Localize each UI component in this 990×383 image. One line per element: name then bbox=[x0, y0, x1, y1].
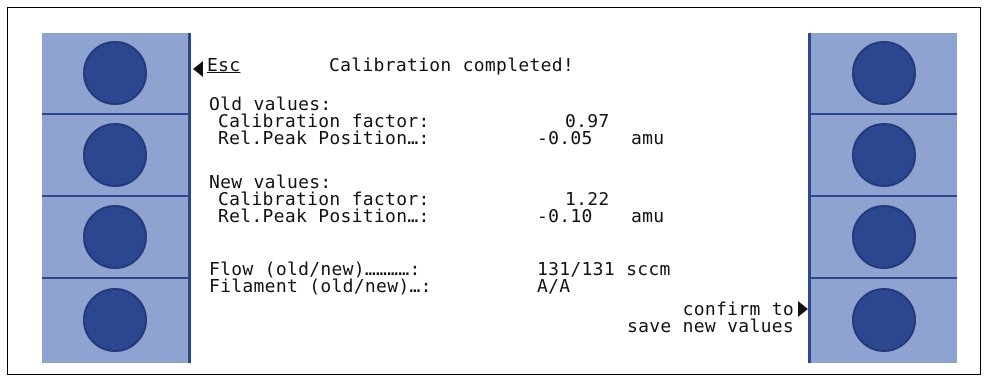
old-peak-position-label: Rel.Peak Position…: bbox=[218, 128, 430, 149]
left-softkey-panel bbox=[42, 33, 188, 363]
left-softkey-3[interactable] bbox=[42, 197, 188, 279]
softkey-knob bbox=[852, 205, 916, 269]
old-peak-position-value: -0.05 bbox=[537, 128, 593, 149]
confirm-label-line2[interactable]: save new values bbox=[627, 318, 794, 336]
softkey-knob bbox=[83, 205, 147, 269]
left-softkey-4[interactable] bbox=[42, 279, 188, 361]
right-arrow-icon bbox=[798, 301, 808, 317]
left-arrow-icon bbox=[193, 61, 203, 77]
display-screen: Esc Calibration completed! Old values: C… bbox=[188, 33, 811, 363]
right-softkey-4-confirm[interactable] bbox=[811, 279, 957, 361]
left-softkey-1[interactable] bbox=[42, 33, 188, 115]
right-softkey-panel bbox=[811, 33, 957, 363]
softkey-knob bbox=[852, 123, 916, 187]
screen-title: Calibration completed! bbox=[329, 55, 575, 76]
right-softkey-3[interactable] bbox=[811, 197, 957, 279]
new-peak-position-value: -0.10 bbox=[537, 206, 593, 227]
softkey-knob bbox=[83, 41, 147, 105]
softkey-knob bbox=[83, 288, 147, 352]
old-peak-position-unit: amu bbox=[631, 128, 665, 149]
softkey-knob bbox=[852, 288, 916, 352]
softkey-knob bbox=[83, 123, 147, 187]
softkey-knob bbox=[852, 41, 916, 105]
filament-label: Filament (old/new)…: bbox=[209, 276, 432, 297]
right-softkey-1[interactable] bbox=[811, 33, 957, 115]
new-peak-position-label: Rel.Peak Position…: bbox=[218, 206, 430, 227]
esc-softkey-label[interactable]: Esc bbox=[207, 57, 240, 75]
new-peak-position-unit: amu bbox=[631, 206, 665, 227]
left-softkey-2[interactable] bbox=[42, 115, 188, 197]
filament-value: A/A bbox=[537, 276, 571, 297]
right-softkey-2[interactable] bbox=[811, 115, 957, 197]
